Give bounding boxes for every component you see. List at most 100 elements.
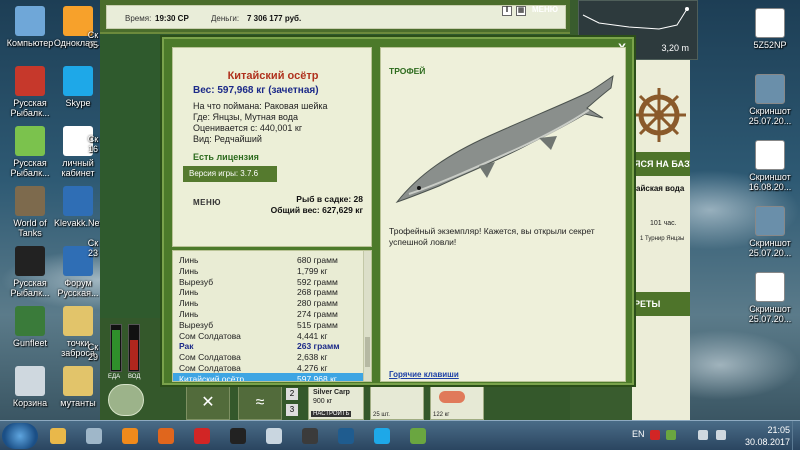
desktop-icon[interactable]: мутанты (50, 366, 106, 408)
app-icon (63, 66, 93, 96)
game-version: Версия игры: 3.7.6 (183, 166, 277, 182)
catch-fish-name: Китайский осётр (179, 373, 245, 382)
grid-icon[interactable]: ▦ (516, 6, 526, 16)
lure-card[interactable]: 25 шт. (370, 384, 424, 420)
desktop-icon-partial[interactable]: Ск 05 (86, 30, 100, 50)
right-panel-line: 1 Турнир Янцзы (640, 236, 685, 242)
bait-count: 122 кг (433, 412, 450, 418)
catch-fish-weight: 274 грамм (297, 309, 338, 319)
catch-fish-name: Вырезуб (179, 319, 214, 330)
desktop-icon-partial[interactable]: Ск 16 (86, 134, 100, 154)
start-button[interactable] (2, 423, 38, 449)
fish-location: Где: Янцзы, Мутная вода (193, 112, 298, 122)
catch-fish-name: Линь (179, 255, 199, 265)
catch-dialog: X Китайский осётр Вес: 597,968 кг (зачет… (162, 37, 634, 385)
keepnet-weight: Общий вес: 627,629 кг (270, 205, 363, 215)
volume-tray-icon[interactable] (716, 430, 726, 440)
desktop-icon[interactable]: Скриншот 16.08.20... (742, 140, 798, 192)
depth-value: 3,20 m (661, 43, 689, 53)
desktop-icon-partial[interactable]: Ск 23 (86, 238, 100, 258)
taskbar-clock-button[interactable] (294, 424, 326, 448)
fish-bait: На что поймана: Раковая шейка (193, 101, 328, 111)
rr3-icon (230, 428, 246, 444)
keepnet-count: Рыб в садке: 28 (296, 194, 363, 204)
item-card[interactable]: Silver Carp 900 кг НАСТРОИТЬ (308, 384, 364, 420)
desktop-icon-label: Скриншот 25.07.20... (748, 238, 792, 258)
catch-fish-name: Линь (179, 265, 199, 276)
fish-species: Вид: Редчайший (193, 134, 262, 144)
taskbar-calculator-button[interactable] (78, 424, 110, 448)
desktop-icon-label: Gunfleet (12, 338, 48, 348)
taskbar-skype-button[interactable] (366, 424, 398, 448)
taskbar-avast-button[interactable] (114, 424, 146, 448)
app-icon (63, 306, 93, 336)
desktop-icon[interactable]: Скриншот 25.07.20... (742, 272, 798, 324)
slot-number[interactable]: 2 (286, 388, 298, 400)
tray-icons[interactable] (648, 429, 738, 443)
app-icon (15, 186, 45, 216)
catch-fish-weight: 1,799 кг (297, 265, 328, 276)
item-weight: 900 кг (313, 398, 333, 405)
menu-button[interactable]: МЕНЮ (193, 198, 221, 207)
skype-icon (374, 428, 390, 444)
worm-icon (439, 391, 465, 403)
catch-fish-weight: 268 грамм (297, 287, 338, 298)
bag-icon[interactable] (108, 384, 144, 416)
bait-slot[interactable]: ≈ (238, 384, 282, 420)
desktop-icon-label: Русская Рыбалк... (10, 278, 50, 298)
clock-icon (302, 428, 318, 444)
catch-fish-name: Вырезуб (179, 276, 214, 287)
taskbar-firefox-button[interactable] (150, 424, 182, 448)
taskbar-explorer-button[interactable] (42, 424, 74, 448)
taskbar-paint-button[interactable] (258, 424, 290, 448)
show-desktop-button[interactable] (792, 421, 800, 450)
desktop-icon[interactable]: Klevakk.Net (50, 186, 106, 228)
app-icon (15, 306, 45, 336)
desktop-icon[interactable]: Скриншот 25.07.20... (742, 74, 798, 126)
file-icon (755, 206, 785, 236)
desktop-icon[interactable]: Skype (50, 66, 106, 108)
taskbar-game-button[interactable] (402, 424, 434, 448)
catch-fish-weight: 597,968 кг (297, 373, 337, 382)
right-panel-header[interactable]: ЯСЯ НА БАЗУ (632, 152, 690, 176)
desktop-icon-label: Русская Рыбалк... (10, 158, 50, 178)
catch-row[interactable]: Китайский осётр 597,968 кг (173, 372, 363, 382)
desktop-icon-partial[interactable]: Ск 29 (86, 342, 100, 362)
catch-list-scrollbar[interactable] (363, 251, 371, 381)
network-tray-icon[interactable] (698, 430, 708, 440)
taskbar: EN 21:05 30.08.2017 (0, 420, 800, 450)
file-icon (755, 272, 785, 302)
right-panel-header[interactable]: РЕТЫ (632, 292, 690, 316)
shield-tray-icon[interactable] (666, 430, 676, 440)
trophy-message: Трофейный экземпляр! Кажется, вы открыли… (389, 226, 595, 247)
game-menu-button[interactable]: МЕНЮ (532, 5, 558, 14)
desktop-icon-label: личный кабинет (61, 158, 95, 178)
catch-fish-weight: 263 грамм (297, 341, 340, 352)
file-icon (755, 74, 785, 104)
slot-number[interactable]: 3 (286, 404, 298, 416)
tools-slot[interactable]: ✕ (186, 384, 230, 420)
language-indicator[interactable]: EN (632, 429, 645, 439)
desktop-icon[interactable]: 5Z52NP (742, 8, 798, 50)
bait-card[interactable]: 122 кг (430, 384, 484, 420)
catch-fish-weight: 515 грамм (297, 319, 338, 330)
paint-icon (266, 428, 282, 444)
desktop-icon[interactable]: Скриншот 25.07.20... (742, 206, 798, 258)
pause-icon[interactable]: ‖ (502, 6, 512, 16)
hotkeys-link[interactable]: Горячие клавиши (389, 370, 459, 379)
catch-list[interactable]: Линь 680 грамм Линь 1,799 кг Вырезуб 592 грам… (172, 250, 372, 382)
clock[interactable]: 21:05 30.08.2017 (745, 424, 790, 448)
desktop-icon-label: мутанты (60, 398, 96, 408)
catch-fish-name: Сом Солдатова (179, 330, 241, 341)
water-meter (128, 324, 140, 372)
taskbar-rr3-button[interactable] (222, 424, 254, 448)
scrollbar-thumb[interactable] (365, 337, 370, 367)
configure-button[interactable]: НАСТРОИТЬ (311, 411, 352, 417)
opera-tray-icon[interactable] (650, 430, 660, 440)
status-bar: Время: 19:30 СР Деньги: 7 306 177 руб. (106, 5, 566, 29)
explorer-icon (50, 428, 66, 444)
taskbar-opera-button[interactable] (186, 424, 218, 448)
taskbar-window-button[interactable] (330, 424, 362, 448)
desktop-icon-label: World of Tanks (13, 218, 47, 238)
license-status: Есть лицензия (193, 152, 259, 162)
